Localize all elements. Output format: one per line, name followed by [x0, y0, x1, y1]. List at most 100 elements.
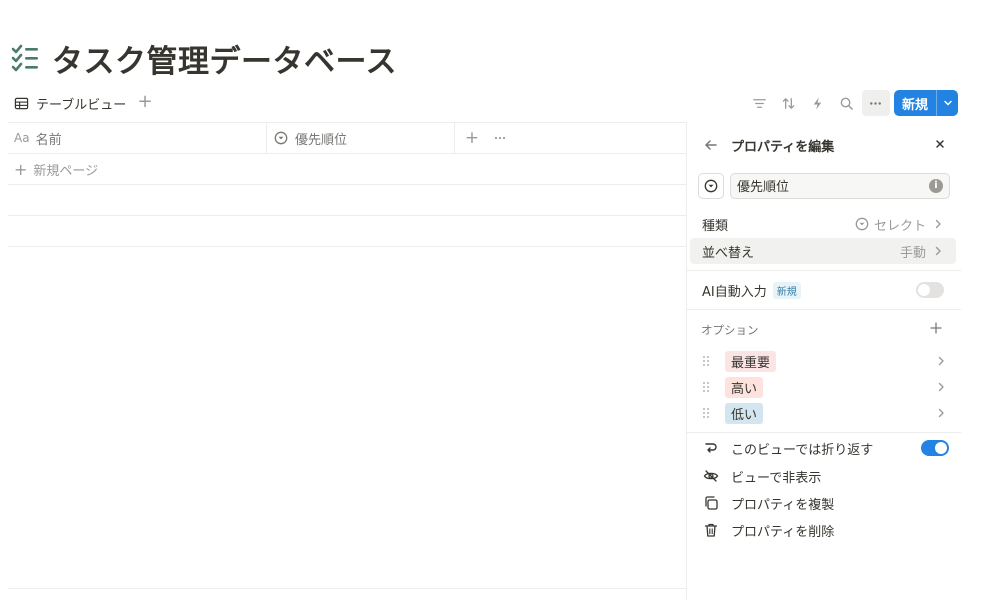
search-button[interactable] [833, 90, 861, 116]
option-row[interactable]: 低い [701, 402, 947, 424]
panel-divider [687, 309, 961, 310]
option-tag: 最重要 [725, 350, 777, 372]
trash-icon [703, 522, 719, 538]
duplicate-property-button[interactable]: プロパティを複製 [703, 492, 949, 514]
option-tag: 高い [725, 376, 764, 398]
filter-button[interactable] [746, 90, 774, 116]
close-button[interactable] [930, 134, 950, 154]
close-icon [936, 140, 944, 148]
plus-icon [930, 322, 942, 334]
option-row[interactable]: 最重要 [701, 350, 947, 372]
option-tag: 低い [725, 402, 764, 424]
property-name-input[interactable]: 優先順位 i [730, 172, 950, 199]
chevron-down-icon [943, 100, 952, 106]
duplicate-icon [703, 495, 719, 511]
select-icon [704, 179, 718, 192]
wrap-icon [703, 440, 719, 456]
type-value: セレクト [873, 218, 926, 234]
wrap-in-view-row[interactable]: このビューでは折り返す [703, 437, 949, 459]
back-arrow-icon[interactable] [703, 137, 719, 153]
panel-divider [687, 432, 961, 433]
column-header-priority[interactable]: 優先順位 [274, 124, 454, 152]
ai-autofill-row[interactable]: AI自動入力 新規 [690, 277, 956, 303]
more-icon [494, 136, 506, 140]
automation-bolt-icon [814, 96, 822, 110]
more-icon [870, 101, 882, 105]
table-icon [14, 97, 29, 109]
column-header-label: 優先順位 [295, 132, 348, 148]
row-divider [8, 246, 686, 247]
chevron-right-icon [935, 246, 941, 256]
option-row[interactable]: 高い [701, 376, 947, 398]
sort-order-row[interactable]: 並べ替え 手動 [690, 238, 956, 264]
column-divider[interactable] [454, 122, 455, 153]
property-name-row: 優先順位 i [698, 172, 950, 199]
property-type-row[interactable]: 種類 セレクト [690, 211, 956, 237]
ai-autofill-toggle[interactable] [916, 282, 944, 298]
new-dropdown-button[interactable] [936, 90, 958, 116]
property-name-value: 優先順位 [737, 180, 790, 195]
drag-handle-icon[interactable] [701, 406, 711, 420]
column-header-label: 名前 [35, 132, 62, 148]
chevron-right-icon [938, 382, 944, 392]
more-button[interactable] [861, 90, 890, 116]
select-icon [855, 217, 869, 231]
drag-handle-icon[interactable] [701, 354, 711, 368]
property-type-icon-button[interactable] [698, 172, 724, 199]
filter-icon [753, 98, 767, 108]
property-edit-panel: プロパティを編集 優先順位 i 種類 セレクト 並べ替え 手動 AI自動入力 新… [686, 122, 961, 600]
panel-divider [687, 270, 961, 271]
column-divider[interactable] [266, 122, 267, 153]
page-header: タスク管理データベース [10, 36, 397, 80]
search-icon [841, 97, 854, 110]
add-view-button[interactable]: + [136, 92, 154, 112]
text-type-icon: Aa [14, 131, 30, 145]
header-bottom-border [8, 153, 686, 154]
table-top-border [8, 122, 686, 123]
plus-icon: + [464, 128, 480, 148]
column-header-name[interactable]: Aa 名前 [14, 124, 264, 152]
table-more-button[interactable] [490, 124, 510, 152]
hide-label: ビューで非表示 [731, 470, 822, 486]
new-button[interactable]: 新規 [893, 90, 958, 116]
sort-button[interactable] [775, 90, 803, 116]
panel-header: プロパティを編集 [703, 134, 949, 156]
add-property-button[interactable]: + [462, 124, 482, 152]
toggle-knob [935, 442, 947, 454]
toggle-knob [918, 284, 930, 296]
options-section-label: オプション [701, 323, 759, 337]
panel-title: プロパティを編集 [731, 139, 835, 155]
delete-label: プロパティを削除 [731, 524, 835, 540]
eye-off-icon [703, 468, 719, 484]
type-label: 種類 [702, 218, 729, 234]
chevron-right-icon [938, 408, 944, 418]
new-page-button[interactable]: + 新規ページ [14, 158, 98, 180]
sort-icon [783, 97, 795, 109]
view-toolbar: 新規 [745, 90, 958, 116]
chevron-right-icon [938, 356, 944, 366]
wrap-toggle[interactable] [921, 440, 949, 456]
checklist-icon[interactable] [10, 43, 40, 73]
info-icon[interactable]: i [929, 178, 943, 193]
row-divider [8, 215, 686, 216]
view-tab-label: テーブルビュー [36, 97, 127, 113]
page-title[interactable]: タスク管理データベース [52, 36, 397, 81]
new-button-label[interactable]: 新規 [894, 90, 936, 116]
hide-in-view-button[interactable]: ビューで非表示 [703, 465, 949, 487]
table-bottom-border [8, 588, 686, 589]
automation-button[interactable] [804, 90, 832, 116]
ai-autofill-label: AI自動入力 [702, 284, 767, 300]
chevron-right-icon [935, 219, 941, 229]
sort-value: 手動 [899, 245, 926, 261]
plus-icon: + [137, 91, 153, 112]
new-page-label: 新規ページ [33, 163, 99, 179]
select-icon [274, 131, 288, 145]
view-tab-table[interactable]: テーブルビュー [14, 92, 126, 114]
add-option-button[interactable] [928, 320, 944, 336]
duplicate-label: プロパティを複製 [731, 497, 835, 513]
wrap-label: このビューでは折り返す [731, 442, 874, 458]
drag-handle-icon[interactable] [701, 380, 711, 394]
row-divider [8, 184, 686, 185]
plus-icon: + [14, 159, 28, 179]
delete-property-button[interactable]: プロパティを削除 [703, 519, 949, 541]
